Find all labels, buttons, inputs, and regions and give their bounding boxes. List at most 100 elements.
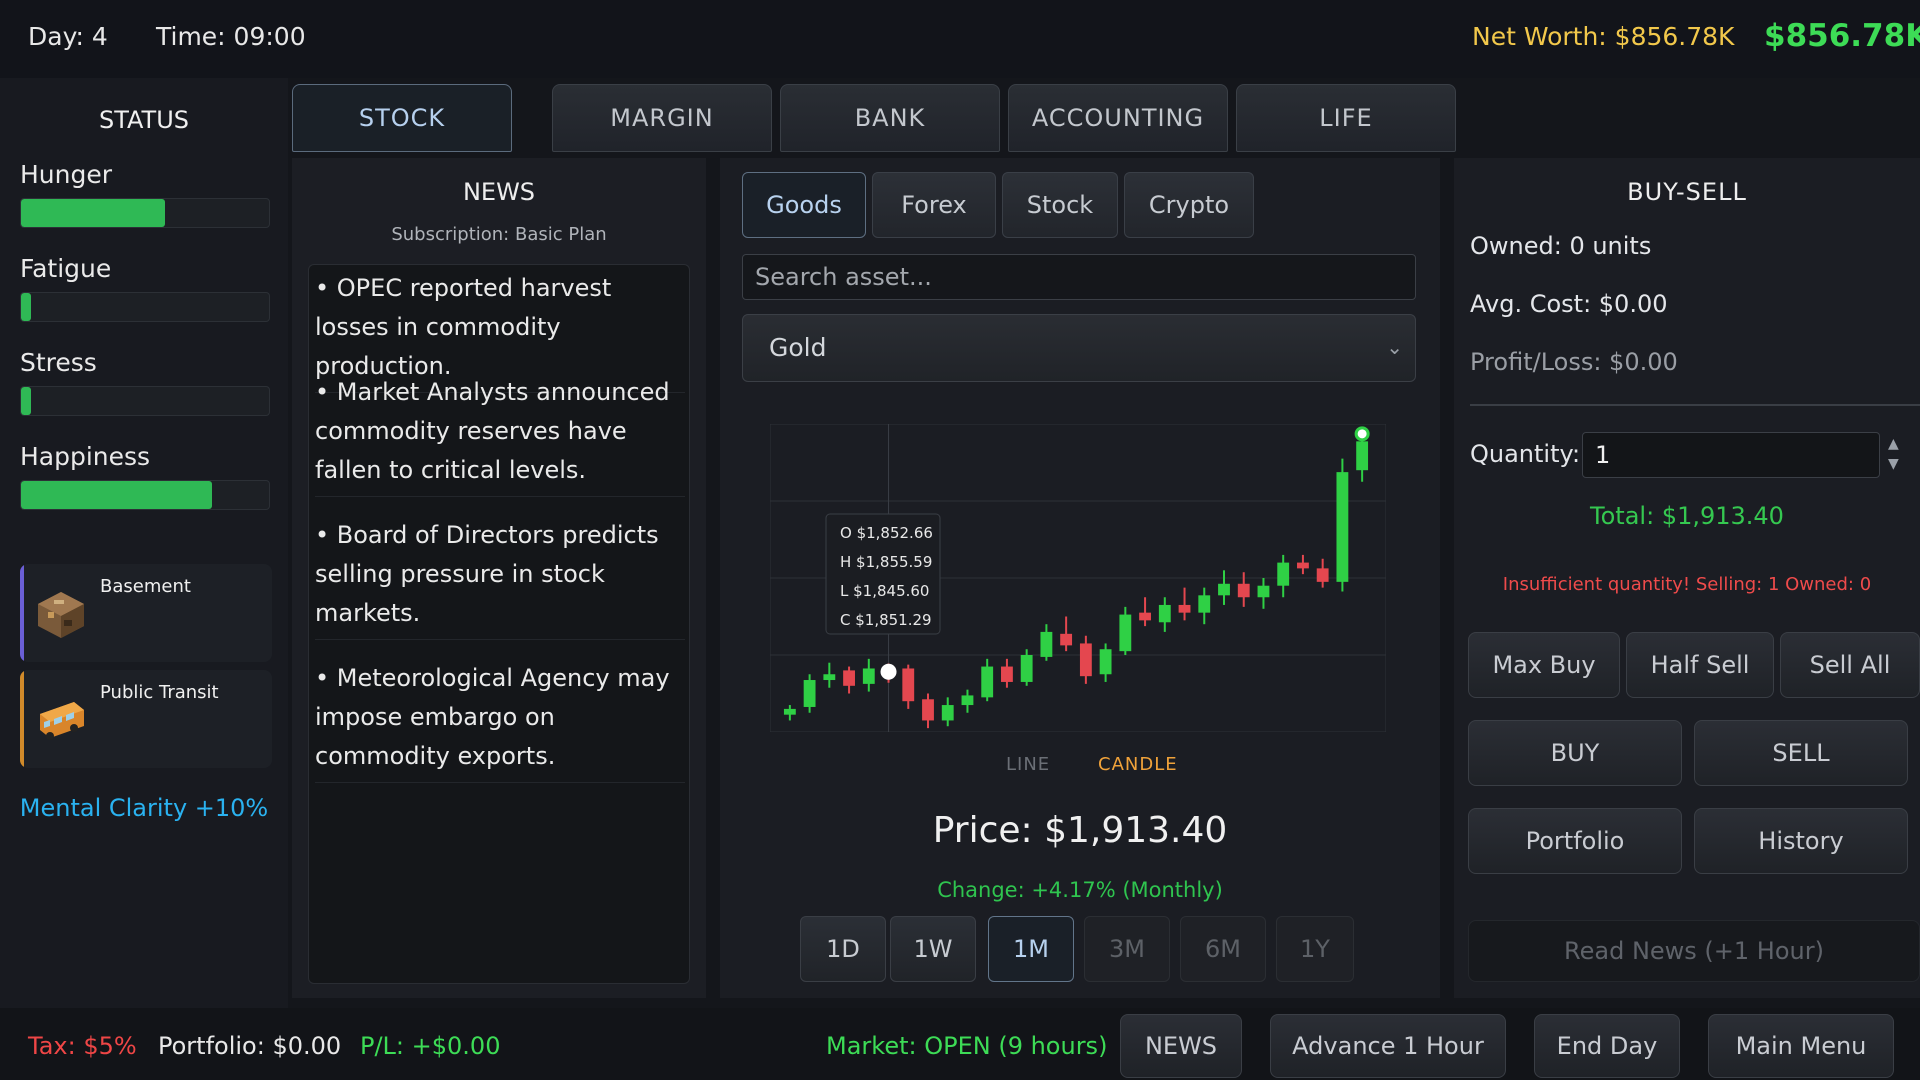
- fatigue-bar: [20, 292, 270, 322]
- chevron-down-icon: ⌄: [1386, 335, 1403, 359]
- hunger-fill: [21, 199, 165, 227]
- candle-body: [1060, 633, 1073, 646]
- buy-sell-title: BUY-SELL: [1627, 178, 1747, 206]
- candle-body: [1198, 595, 1211, 613]
- top-bar: Day: 4 Time: 09:00 Net Worth: $856.78K $…: [0, 0, 1920, 78]
- candle-body: [783, 708, 796, 715]
- candle-body: [1079, 643, 1092, 677]
- status-title: STATUS: [98, 106, 190, 134]
- tab-stock-terminal[interactable]: STOCK TERMINAL: [292, 84, 512, 198]
- asset-accent: [20, 564, 24, 662]
- end-day-button[interactable]: End Day: [1534, 1014, 1680, 1078]
- candle-body: [1020, 655, 1033, 682]
- tab-goods[interactable]: Goods: [742, 172, 866, 238]
- candle-body: [862, 668, 875, 684]
- sell-button[interactable]: SELL: [1694, 720, 1908, 786]
- sell-all-button[interactable]: Sell All: [1780, 632, 1920, 698]
- asset-select-value: Gold: [769, 333, 827, 362]
- net-worth-label: Net Worth: $856.78K: [1472, 22, 1735, 51]
- read-news-button[interactable]: Read News (+1 Hour): [1468, 920, 1920, 982]
- order-total: Total: $1,913.40: [1590, 502, 1784, 530]
- candlestick-chart[interactable]: O $1,852.66 H $1,855.59 L $1,845.60 C $1…: [770, 424, 1386, 732]
- portfolio-button[interactable]: Portfolio: [1468, 808, 1682, 874]
- portfolio-value: Portfolio: $0.00: [158, 1032, 342, 1060]
- candle-body: [803, 680, 816, 707]
- happiness-fill: [21, 481, 212, 509]
- timeframe-1w[interactable]: 1W: [890, 916, 976, 982]
- half-sell-button[interactable]: Half Sell: [1626, 632, 1774, 698]
- happiness-bar: [20, 480, 270, 510]
- bus-icon: [40, 702, 84, 740]
- tooltip-low: L $1,845.60: [840, 582, 929, 600]
- tab-forex[interactable]: Forex: [872, 172, 996, 238]
- timeframe-3m[interactable]: 3M: [1084, 916, 1170, 982]
- candle-body: [1099, 649, 1112, 675]
- asset-card-basement[interactable]: Basement: [20, 564, 272, 662]
- fatigue-fill: [21, 293, 31, 321]
- candle-body: [941, 705, 954, 721]
- news-item: • Market Analysts announced commodity re…: [315, 373, 685, 497]
- candle-body: [1277, 562, 1290, 586]
- asset-card-transit[interactable]: Public Transit: [20, 670, 272, 768]
- warning-message: Insufficient quantity! Selling: 1 Owned:…: [1502, 574, 1872, 595]
- last-price-marker: [1354, 426, 1370, 442]
- candle-body: [1139, 612, 1151, 621]
- subscription-label: Subscription: Basic Plan: [391, 224, 607, 245]
- hunger-bar: [20, 198, 270, 228]
- advance-hour-button[interactable]: Advance 1 Hour: [1270, 1014, 1506, 1078]
- hover-marker: [880, 663, 897, 680]
- candle-body: [1316, 568, 1329, 582]
- candle-body: [1001, 666, 1013, 682]
- asset-name: Public Transit: [100, 682, 219, 703]
- candle-body: [981, 666, 994, 698]
- tab-margin[interactable]: MARGIN: [552, 84, 772, 152]
- candle-body: [1178, 604, 1191, 613]
- candle-body: [1158, 604, 1171, 623]
- news-list[interactable]: • OPEC reported harvest losses in commod…: [308, 264, 690, 984]
- main-menu-button[interactable]: Main Menu: [1708, 1014, 1894, 1078]
- tab-accounting[interactable]: ACCOUNTING: [1008, 84, 1228, 152]
- timeframe-1m[interactable]: 1M: [988, 916, 1074, 982]
- candle-body: [1119, 614, 1132, 652]
- stress-fill: [21, 387, 31, 415]
- news-title: NEWS: [462, 178, 536, 206]
- line-mode-button[interactable]: LINE: [1006, 754, 1050, 775]
- decrement-icon[interactable]: ▼: [1888, 456, 1899, 472]
- timeframe-6m[interactable]: 6M: [1180, 916, 1266, 982]
- status-panel: STATUS Hunger Fatigue Stress Happiness B…: [0, 78, 288, 1008]
- tab-life[interactable]: LIFE: [1236, 84, 1456, 152]
- news-panel: NEWS Subscription: Basic Plan • OPEC rep…: [292, 158, 706, 998]
- candle-mode-button[interactable]: CANDLE: [1098, 754, 1178, 775]
- news-item: • Meteorological Agency may impose embar…: [315, 659, 685, 783]
- ohlc-tooltip: O $1,852.66 H $1,855.59 L $1,845.60 C $1…: [825, 513, 941, 635]
- fatigue-label: Fatigue: [20, 254, 112, 283]
- tab-crypto[interactable]: Crypto: [1124, 172, 1254, 238]
- profit-loss: Profit/Loss: $0.00: [1470, 348, 1678, 376]
- candle-body: [1297, 562, 1309, 569]
- quantity-label: Quantity:: [1470, 440, 1581, 468]
- timeframe-1y[interactable]: 1Y: [1276, 916, 1354, 982]
- asset-select[interactable]: Gold ⌄: [742, 314, 1416, 382]
- tab-stock[interactable]: Stock: [1002, 172, 1118, 238]
- search-input[interactable]: [742, 254, 1416, 300]
- tooltip-high: H $1,855.59: [840, 553, 932, 571]
- news-item: • Board of Directors predicts selling pr…: [315, 516, 685, 640]
- tax-rate: Tax: $5%: [28, 1032, 137, 1060]
- footer-bar: Tax: $5% Portfolio: $0.00 P/L: +$0.00 Ma…: [0, 1008, 1920, 1080]
- buy-button[interactable]: BUY: [1468, 720, 1682, 786]
- candle-body: [1218, 583, 1230, 596]
- increment-icon[interactable]: ▲: [1888, 436, 1899, 452]
- max-buy-button[interactable]: Max Buy: [1468, 632, 1620, 698]
- candle-body: [922, 699, 934, 721]
- hunger-label: Hunger: [20, 160, 113, 189]
- candle-body: [1237, 583, 1250, 598]
- quantity-input[interactable]: [1582, 432, 1880, 478]
- divider: [1470, 404, 1920, 406]
- timeframe-1d[interactable]: 1D: [800, 916, 886, 982]
- news-button[interactable]: NEWS: [1120, 1014, 1242, 1078]
- stress-label: Stress: [20, 348, 97, 377]
- profit-loss-total: P/L: +$0.00: [360, 1032, 501, 1060]
- tab-bank[interactable]: BANK: [780, 84, 1000, 152]
- history-button[interactable]: History: [1694, 808, 1908, 874]
- candle-body: [843, 670, 855, 686]
